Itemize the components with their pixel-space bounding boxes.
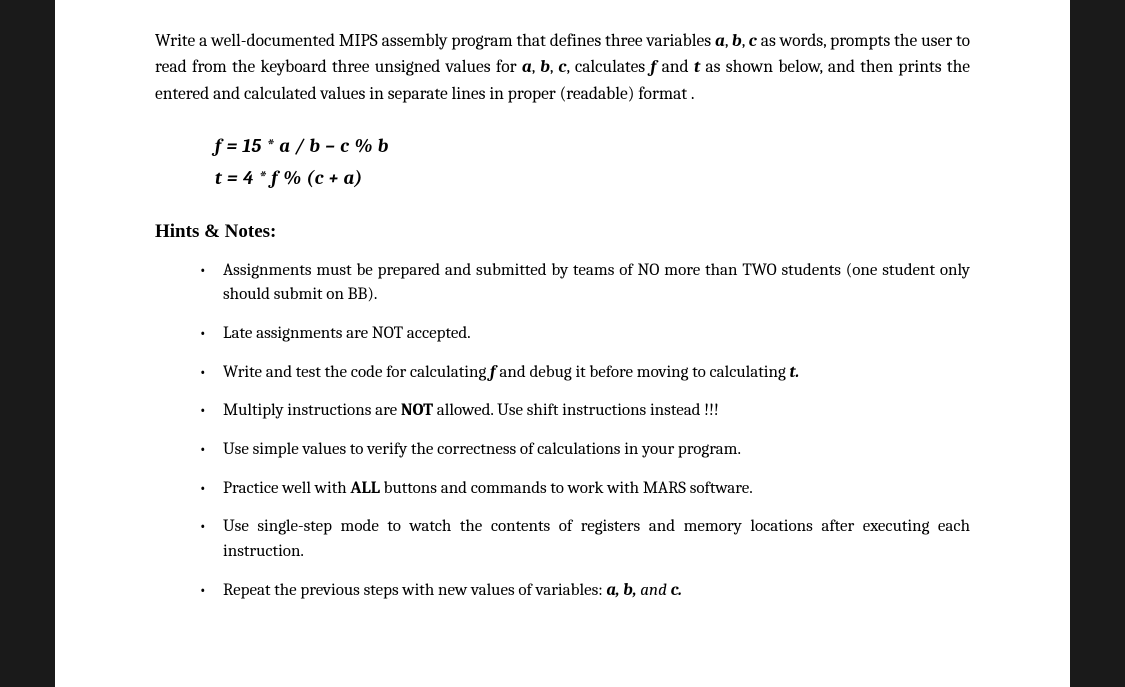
hint-item: Use single-step mode to watch the conten… xyxy=(199,515,970,564)
var-b: b xyxy=(732,31,742,51)
intro-text-4: and xyxy=(656,57,694,77)
hint-text: Use single-step mode to watch the conten… xyxy=(223,517,970,561)
var-b: b xyxy=(540,57,550,77)
bold-text: NOT xyxy=(401,401,433,420)
italic-and: and xyxy=(640,581,667,600)
formula-f: f = 15 * a / b – c % b xyxy=(215,135,970,157)
var-c: c. xyxy=(671,581,682,600)
hint-text: buttons and commands to work with MARS s… xyxy=(380,479,753,498)
hint-item: Write and test the code for calculating … xyxy=(199,361,970,386)
comma: , xyxy=(532,57,540,77)
comma: , xyxy=(742,31,749,51)
var-a: a xyxy=(715,31,725,51)
hints-list: Assignments must be prepared and submitt… xyxy=(199,259,970,603)
var-a: a xyxy=(522,57,532,77)
hint-item: Late assignments are NOT accepted. xyxy=(199,322,970,347)
comma: , xyxy=(725,31,732,51)
hint-item: Repeat the previous steps with new value… xyxy=(199,579,970,604)
hint-item: Multiply instructions are NOT allowed. U… xyxy=(199,399,970,424)
hint-text: Late assignments are NOT accepted. xyxy=(223,324,471,343)
hint-text: Practice well with xyxy=(223,479,350,498)
formulas-block: f = 15 * a / b – c % b t = 4 * f % (c + … xyxy=(215,135,970,189)
formula-t: t = 4 * f % (c + a) xyxy=(215,167,970,189)
hint-text: Use simple values to verify the correctn… xyxy=(223,440,741,459)
hint-text: Multiply instructions are xyxy=(223,401,401,420)
hints-title: Hints & Notes: xyxy=(155,221,970,243)
hint-item: Assignments must be prepared and submitt… xyxy=(199,259,970,308)
hint-item: Practice well with ALL buttons and comma… xyxy=(199,477,970,502)
hint-text: Write and test the code for calculating xyxy=(223,363,490,382)
var-c: c xyxy=(749,31,757,51)
hint-item: Use simple values to verify the correctn… xyxy=(199,438,970,463)
hint-text: and debug it before moving to calculatin… xyxy=(496,363,790,382)
bold-text: ALL xyxy=(350,479,380,498)
document-page: Write a well-documented MIPS assembly pr… xyxy=(55,0,1070,687)
hint-text: Assignments must be prepared and submitt… xyxy=(223,261,970,305)
intro-paragraph: Write a well-documented MIPS assembly pr… xyxy=(155,28,970,107)
var-t: t. xyxy=(790,363,800,382)
hint-text: allowed. Use shift instructions instead … xyxy=(433,401,719,420)
vars-abc: a, b, xyxy=(606,581,636,600)
hint-text: Repeat the previous steps with new value… xyxy=(223,581,606,600)
intro-text-1: Write a well-documented MIPS assembly pr… xyxy=(155,31,715,51)
intro-text-3: , calculates xyxy=(566,57,650,77)
